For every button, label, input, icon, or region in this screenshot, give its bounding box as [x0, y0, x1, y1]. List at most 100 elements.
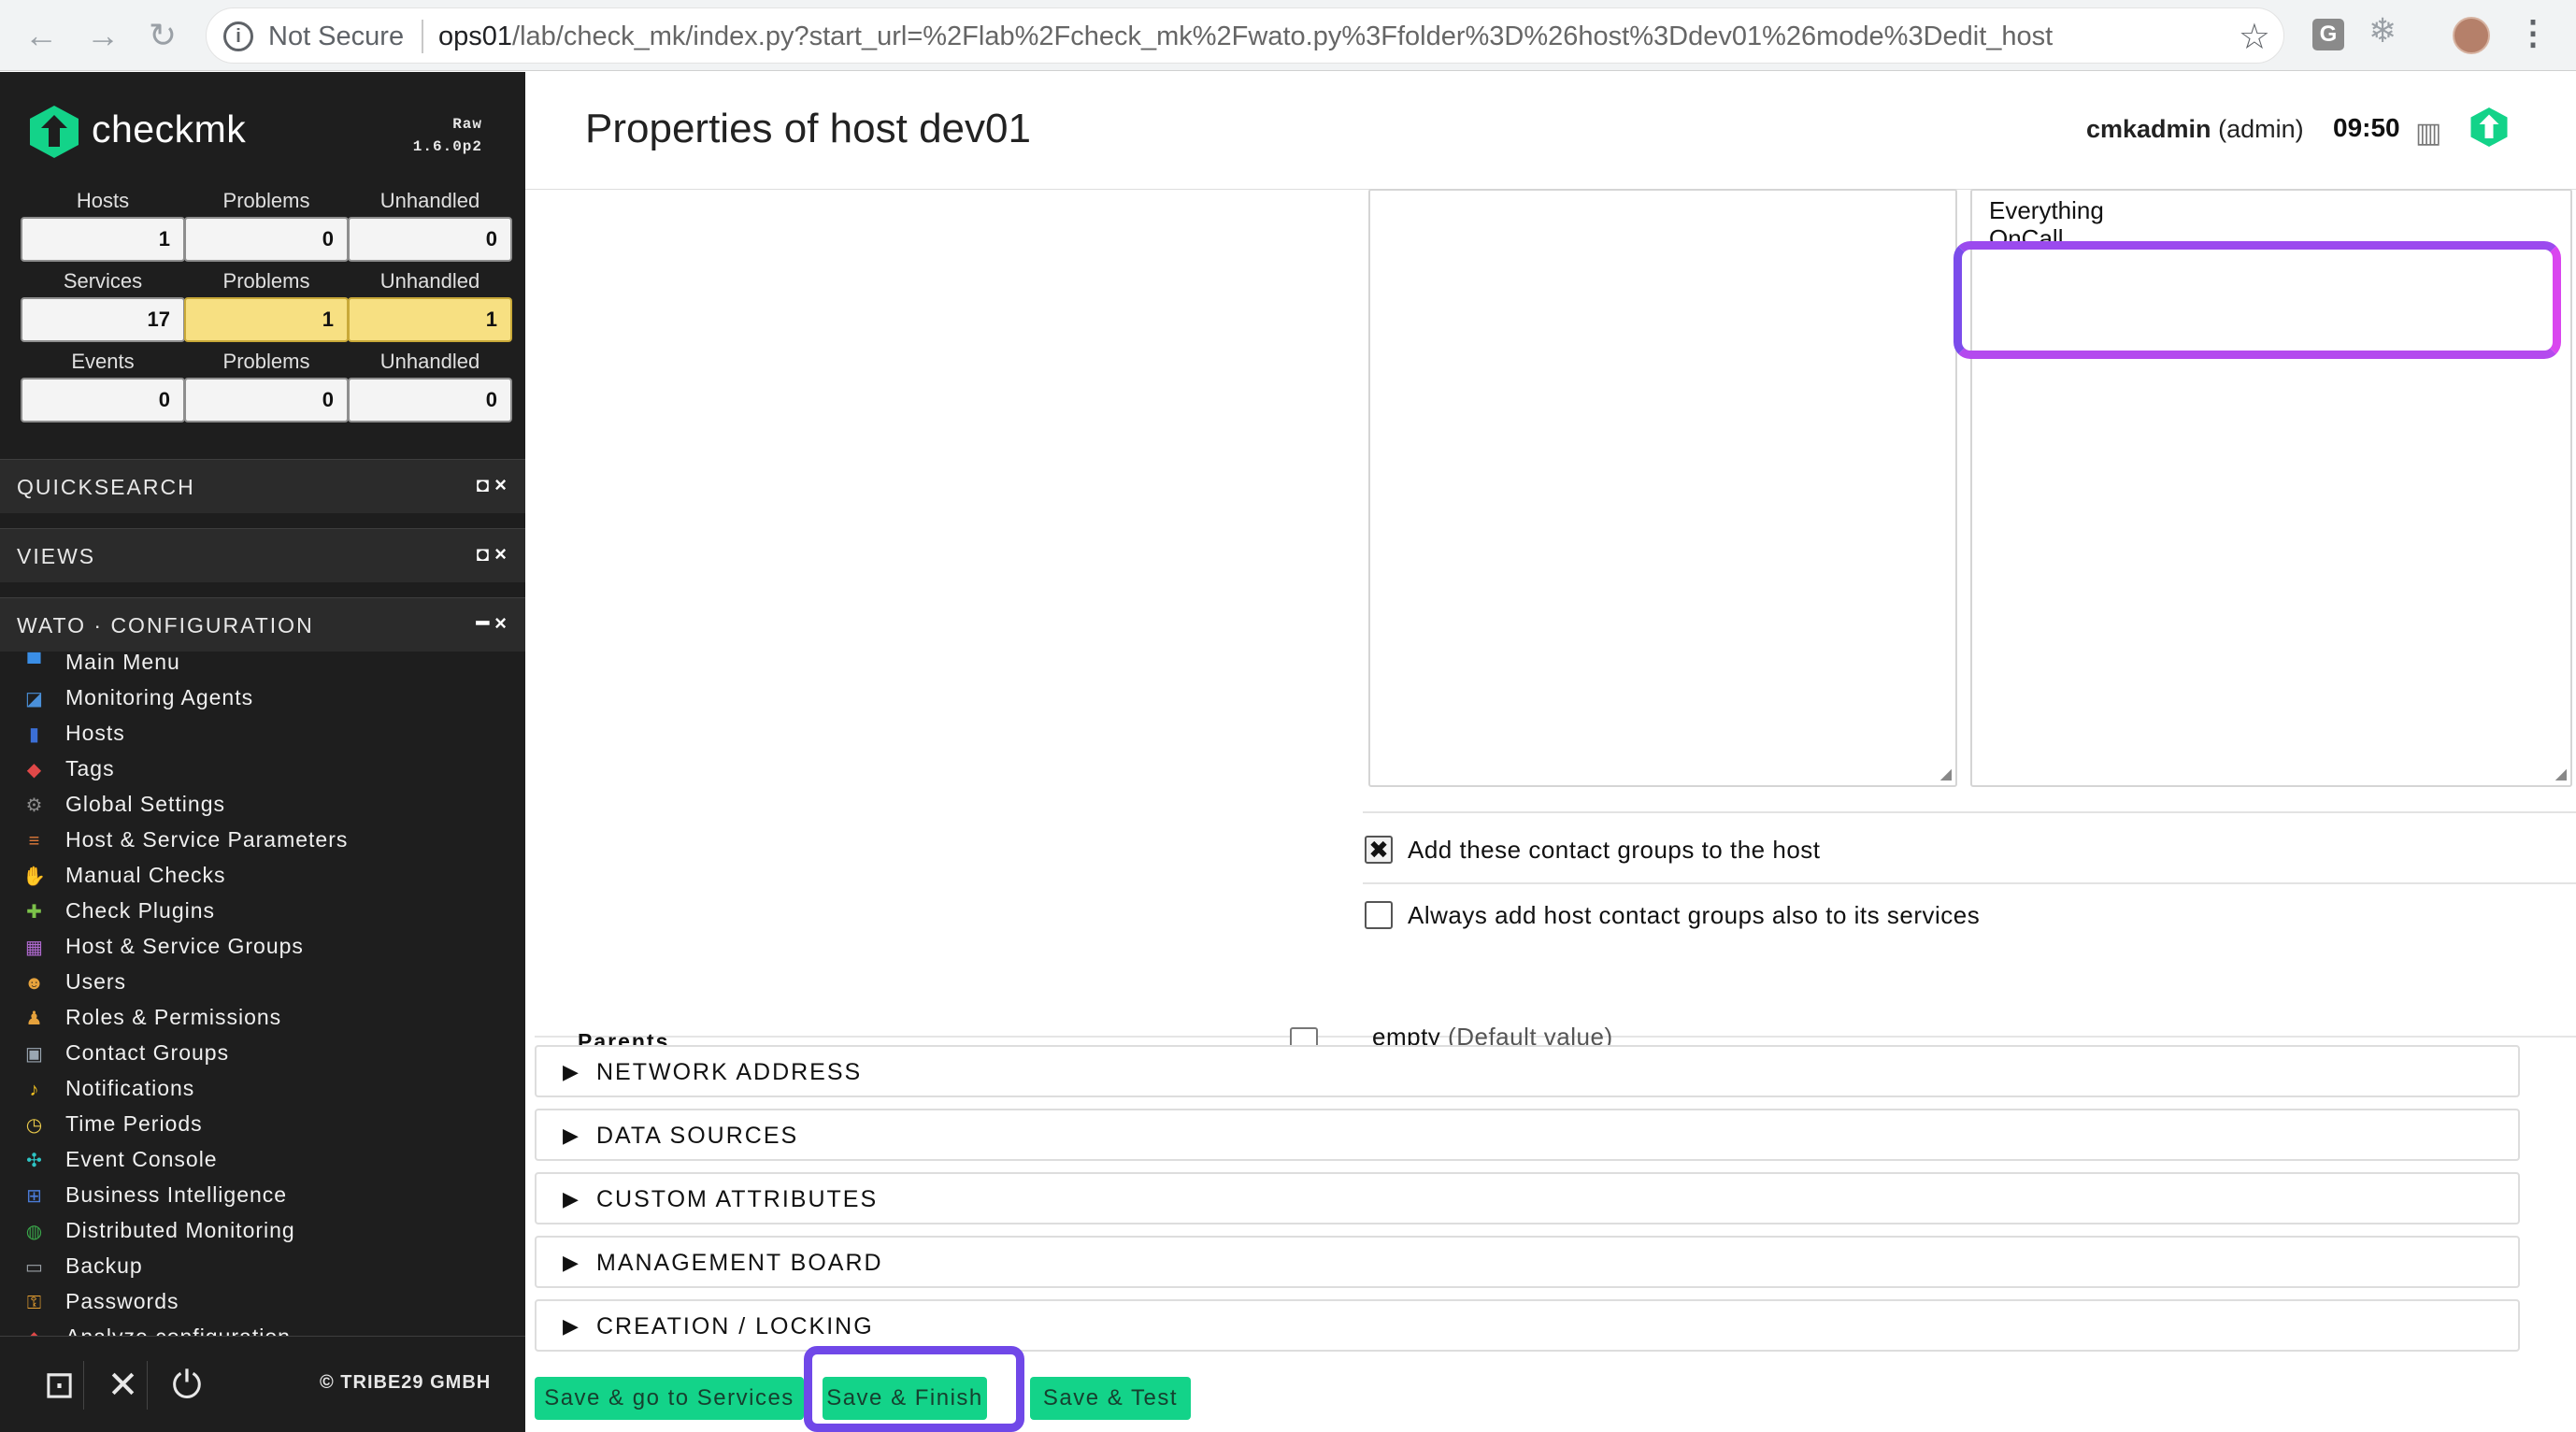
- wato-menu-item[interactable]: ✋ Manual Checks: [0, 857, 525, 893]
- expand-triangle-icon[interactable]: ▶: [563, 1251, 579, 1275]
- sidebar-footer: ⊡ ✕ ⏻ © TRIBE29 GMBH: [0, 1336, 525, 1432]
- section-title[interactable]: DATA SOURCES: [596, 1123, 798, 1150]
- collapsible-section[interactable]: ▶ NETWORK ADDRESS: [535, 1045, 2520, 1097]
- available-groups-list[interactable]: ◢: [1368, 189, 1957, 787]
- url-text[interactable]: ops01/lab/check_mk/index.py?start_url=%2…: [438, 21, 2053, 52]
- quicksearch-snapin-header[interactable]: QUICKSEARCH ◘ ×: [0, 459, 525, 513]
- stat-label: Problems: [222, 350, 310, 373]
- always-add-checkbox[interactable]: [1365, 901, 1393, 929]
- add-contact-groups-checkbox[interactable]: ✖: [1365, 836, 1393, 864]
- wato-menu-item[interactable]: ♟ Roles & Permissions: [0, 999, 525, 1035]
- expand-triangle-icon[interactable]: ▶: [563, 1314, 579, 1339]
- section-title[interactable]: CREATION / LOCKING: [596, 1313, 874, 1340]
- wato-menu-label: Passwords: [65, 1289, 179, 1313]
- expand-triangle-icon[interactable]: ▶: [563, 1060, 579, 1084]
- stat-value[interactable]: 0: [348, 217, 512, 262]
- resize-grip-icon[interactable]: ◢: [1940, 765, 1952, 783]
- collapse-icon[interactable]: ━: [477, 611, 489, 635]
- wato-menu-item[interactable]: ☻ Users: [0, 964, 525, 999]
- stat-label: Unhandled: [379, 269, 480, 293]
- close-icon[interactable]: ×: [494, 473, 507, 496]
- checkmk-header-logo-icon[interactable]: [2469, 106, 2509, 149]
- stat-value[interactable]: 0: [184, 378, 349, 422]
- snapin-controls: ━ ×: [477, 611, 507, 636]
- logo-text[interactable]: checkmk: [92, 107, 246, 151]
- group-option[interactable]: Everything: [1972, 196, 2570, 224]
- wato-menu-item[interactable]: ≡ Host & Service Parameters: [0, 822, 525, 857]
- collapsible-section[interactable]: ▶ CUSTOM ATTRIBUTES: [535, 1172, 2520, 1224]
- close-icon[interactable]: ×: [494, 542, 507, 566]
- wato-menu-item[interactable]: ▣ Contact Groups: [0, 1035, 525, 1070]
- extension-g-icon[interactable]: G: [2312, 19, 2344, 50]
- check-plugins-icon: ✚: [26, 902, 43, 923]
- views-snapin-header[interactable]: VIEWS ◘ ×: [0, 528, 525, 582]
- monitoring-agents-icon: ◪: [25, 689, 44, 709]
- bookmark-star-icon[interactable]: ☆: [2239, 16, 2270, 58]
- stat-value[interactable]: 0: [21, 378, 185, 422]
- wato-menu-item[interactable]: ◪ Monitoring Agents: [0, 680, 525, 715]
- wato-menu-item[interactable]: ✚ Check Plugins: [0, 893, 525, 928]
- event-console-icon: ✣: [26, 1151, 43, 1171]
- stat-value[interactable]: 1: [348, 297, 512, 342]
- wato-menu-label: Host & Service Parameters: [65, 827, 349, 852]
- browser-menu-icon[interactable]: ⋮: [2516, 13, 2550, 52]
- minimize-icon[interactable]: ◘: [477, 542, 489, 566]
- highlight-selected-groups: [1953, 241, 2561, 359]
- user-info[interactable]: cmkadmin (admin): [2086, 115, 2304, 144]
- collapsible-section[interactable]: ▶ DATA SOURCES: [535, 1109, 2520, 1161]
- stat-value[interactable]: 1: [184, 297, 349, 342]
- stat-value[interactable]: 0: [184, 217, 349, 262]
- wato-menu-item[interactable]: ⚿ Passwords: [0, 1283, 525, 1319]
- wato-menu-item[interactable]: ⊞ Business Intelligence: [0, 1177, 525, 1212]
- profile-avatar[interactable]: [2453, 17, 2490, 54]
- tags-icon: ◆: [26, 760, 43, 780]
- save-go-to-services-button[interactable]: Save & go to Services: [535, 1377, 804, 1420]
- extension-snowflake-icon[interactable]: ❄: [2368, 11, 2397, 50]
- wato-menu-item[interactable]: ⚙ Global Settings: [0, 786, 525, 822]
- wato-menu-label: Global Settings: [65, 792, 225, 816]
- wato-menu-item[interactable]: ▀ Main Menu: [0, 644, 525, 680]
- save-test-button[interactable]: Save & Test: [1030, 1377, 1191, 1420]
- logout-icon[interactable]: ⏻: [163, 1361, 211, 1410]
- minimize-icon[interactable]: ◘: [477, 473, 489, 496]
- wato-menu-item[interactable]: ◆ Tags: [0, 751, 525, 786]
- back-arrow-icon[interactable]: ←: [19, 13, 64, 58]
- quicksearch-title: QUICKSEARCH: [17, 475, 195, 499]
- close-icon[interactable]: ×: [494, 611, 507, 635]
- contact-groups-icon: ▣: [25, 1044, 44, 1065]
- wato-menu-item[interactable]: ▮ Hosts: [0, 715, 525, 751]
- collapsible-section[interactable]: ▶ CREATION / LOCKING: [535, 1299, 2520, 1352]
- forward-arrow-icon[interactable]: →: [80, 13, 125, 58]
- wato-menu-item[interactable]: ✣ Event Console: [0, 1141, 525, 1177]
- checkmk-logo-icon[interactable]: [28, 104, 80, 160]
- wato-menu-item[interactable]: ◷ Time Periods: [0, 1106, 525, 1141]
- resize-grip-icon[interactable]: ◢: [2555, 765, 2567, 783]
- tools-icon[interactable]: ✕: [99, 1361, 148, 1410]
- reload-icon[interactable]: ↻: [140, 13, 185, 58]
- address-bar[interactable]: i Not Secure ops01/lab/check_mk/index.py…: [206, 7, 2284, 64]
- expand-triangle-icon[interactable]: ▶: [563, 1124, 579, 1148]
- groups-icon: ▦: [25, 938, 44, 958]
- section-title[interactable]: NETWORK ADDRESS: [596, 1059, 862, 1086]
- wato-menu-label: Backup: [65, 1253, 143, 1278]
- section-title[interactable]: CUSTOM ATTRIBUTES: [596, 1186, 878, 1213]
- add-snapin-icon[interactable]: ⊡: [36, 1361, 84, 1410]
- wato-menu-item[interactable]: ▦ Host & Service Groups: [0, 928, 525, 964]
- url-host: ops01: [438, 21, 513, 51]
- wato-menu-item[interactable]: ♪ Notifications: [0, 1070, 525, 1106]
- stat-value[interactable]: 0: [348, 378, 512, 422]
- stat-value[interactable]: 17: [21, 297, 185, 342]
- stat-label: Events: [71, 350, 135, 373]
- views-title: VIEWS: [17, 544, 96, 568]
- expand-triangle-icon[interactable]: ▶: [563, 1187, 579, 1211]
- info-icon[interactable]: i: [223, 21, 253, 51]
- collapsible-section[interactable]: ▶ MANAGEMENT BOARD: [535, 1236, 2520, 1288]
- stat-value[interactable]: 1: [21, 217, 185, 262]
- wato-menu-item[interactable]: ◍ Distributed Monitoring: [0, 1212, 525, 1248]
- stat-label: Unhandled: [379, 350, 480, 373]
- browser-toolbar: ← → ↻ i Not Secure ops01/lab/check_mk/in…: [0, 0, 2576, 71]
- wato-menu-item[interactable]: ▭ Backup: [0, 1248, 525, 1283]
- book-icon[interactable]: ▥: [2415, 117, 2441, 150]
- security-indicator[interactable]: Not Secure: [268, 21, 404, 52]
- section-title[interactable]: MANAGEMENT BOARD: [596, 1250, 883, 1277]
